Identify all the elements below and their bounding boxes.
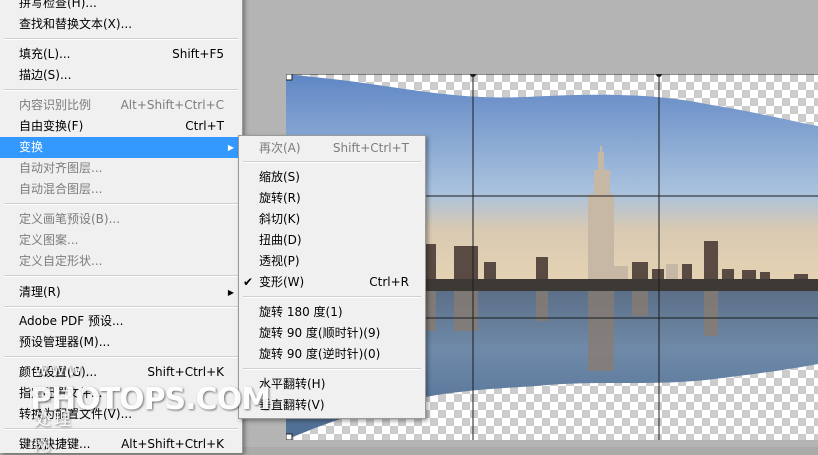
menu-separator [4,203,238,205]
menu-item-define-custom-shape[interactable]: 定义自定形状... [0,251,242,272]
submenu-item-rotate-180[interactable]: 旋转 180 度(1) [239,302,425,323]
menu-item-keyboard-shortcuts[interactable]: 键盘快捷键... Alt+Shift+Ctrl+K [0,434,242,455]
menu-separator [4,275,238,277]
menu-separator [4,306,238,308]
menu-item-free-transform[interactable]: 自由变换(F) Ctrl+T [0,116,242,137]
submenu-item-rotate[interactable]: 旋转(R) [239,188,425,209]
menu-item-assign-profile[interactable]: 指定配置文件... [0,383,242,404]
menu-item-define-brush[interactable]: 定义画笔预设(B)... [0,209,242,230]
menu-item-find-replace[interactable]: 查找和替换文本(X)... [0,14,242,35]
menu-item-transform[interactable]: 变换 ▶ [0,137,242,158]
submenu-item-warp[interactable]: ✔ 变形(W) Ctrl+R [239,272,425,293]
menu-item-convert-profile[interactable]: 转换为配置文件(V)... [0,404,242,425]
submenu-item-scale[interactable]: 缩放(S) [239,167,425,188]
menu-item-auto-align-layers[interactable]: 自动对齐图层... [0,158,242,179]
menu-separator [243,296,421,298]
submenu-item-flip-vertical[interactable]: 垂直翻转(V) [239,395,425,416]
menu-separator [243,368,421,370]
submenu-arrow-icon: ▶ [227,143,234,152]
submenu-item-again[interactable]: 再次(A) Shift+Ctrl+T [239,138,425,159]
menu-item-color-settings[interactable]: 颜色设置(G)... Shift+Ctrl+K [0,362,242,383]
menu-item-fill[interactable]: 填充(L)... Shift+F5 [0,44,242,65]
submenu-item-rotate-90-ccw[interactable]: 旋转 90 度(逆时针)(0) [239,344,425,365]
menu-item-preset-manager[interactable]: 预设管理器(M)... [0,332,242,353]
submenu-item-flip-horizontal[interactable]: 水平翻转(H) [239,374,425,395]
menu-separator [243,161,421,163]
submenu-arrow-icon: ▶ [227,288,234,297]
menu-item-purge[interactable]: 清理(R) ▶ [0,282,242,303]
menu-item-spell-check[interactable]: 拼写检查(H)... [0,0,242,14]
edit-menu: 拼写检查(H)... 查找和替换文本(X)... 填充(L)... Shift+F… [0,0,243,453]
checkmark-icon: ✔ [243,275,254,289]
submenu-item-perspective[interactable]: 透视(P) [239,251,425,272]
menu-item-content-aware-scale[interactable]: 内容识别比例 Alt+Shift+Ctrl+C [0,95,242,116]
menu-item-stroke[interactable]: 描边(S)... [0,65,242,86]
menu-separator [4,356,238,358]
menu-separator [4,428,238,430]
menu-item-define-pattern[interactable]: 定义图案... [0,230,242,251]
menu-item-auto-blend-layers[interactable]: 自动混合图层... [0,179,242,200]
menu-separator [4,89,238,91]
transform-submenu: 再次(A) Shift+Ctrl+T 缩放(S) 旋转(R) 斜切(K) 扭曲(D… [238,135,426,419]
submenu-item-distort[interactable]: 扭曲(D) [239,230,425,251]
menu-item-pdf-presets[interactable]: Adobe PDF 预设... [0,311,242,332]
submenu-item-rotate-90-cw[interactable]: 旋转 90 度(顺时针)(9) [239,323,425,344]
submenu-item-skew[interactable]: 斜切(K) [239,209,425,230]
menu-separator [4,38,238,40]
